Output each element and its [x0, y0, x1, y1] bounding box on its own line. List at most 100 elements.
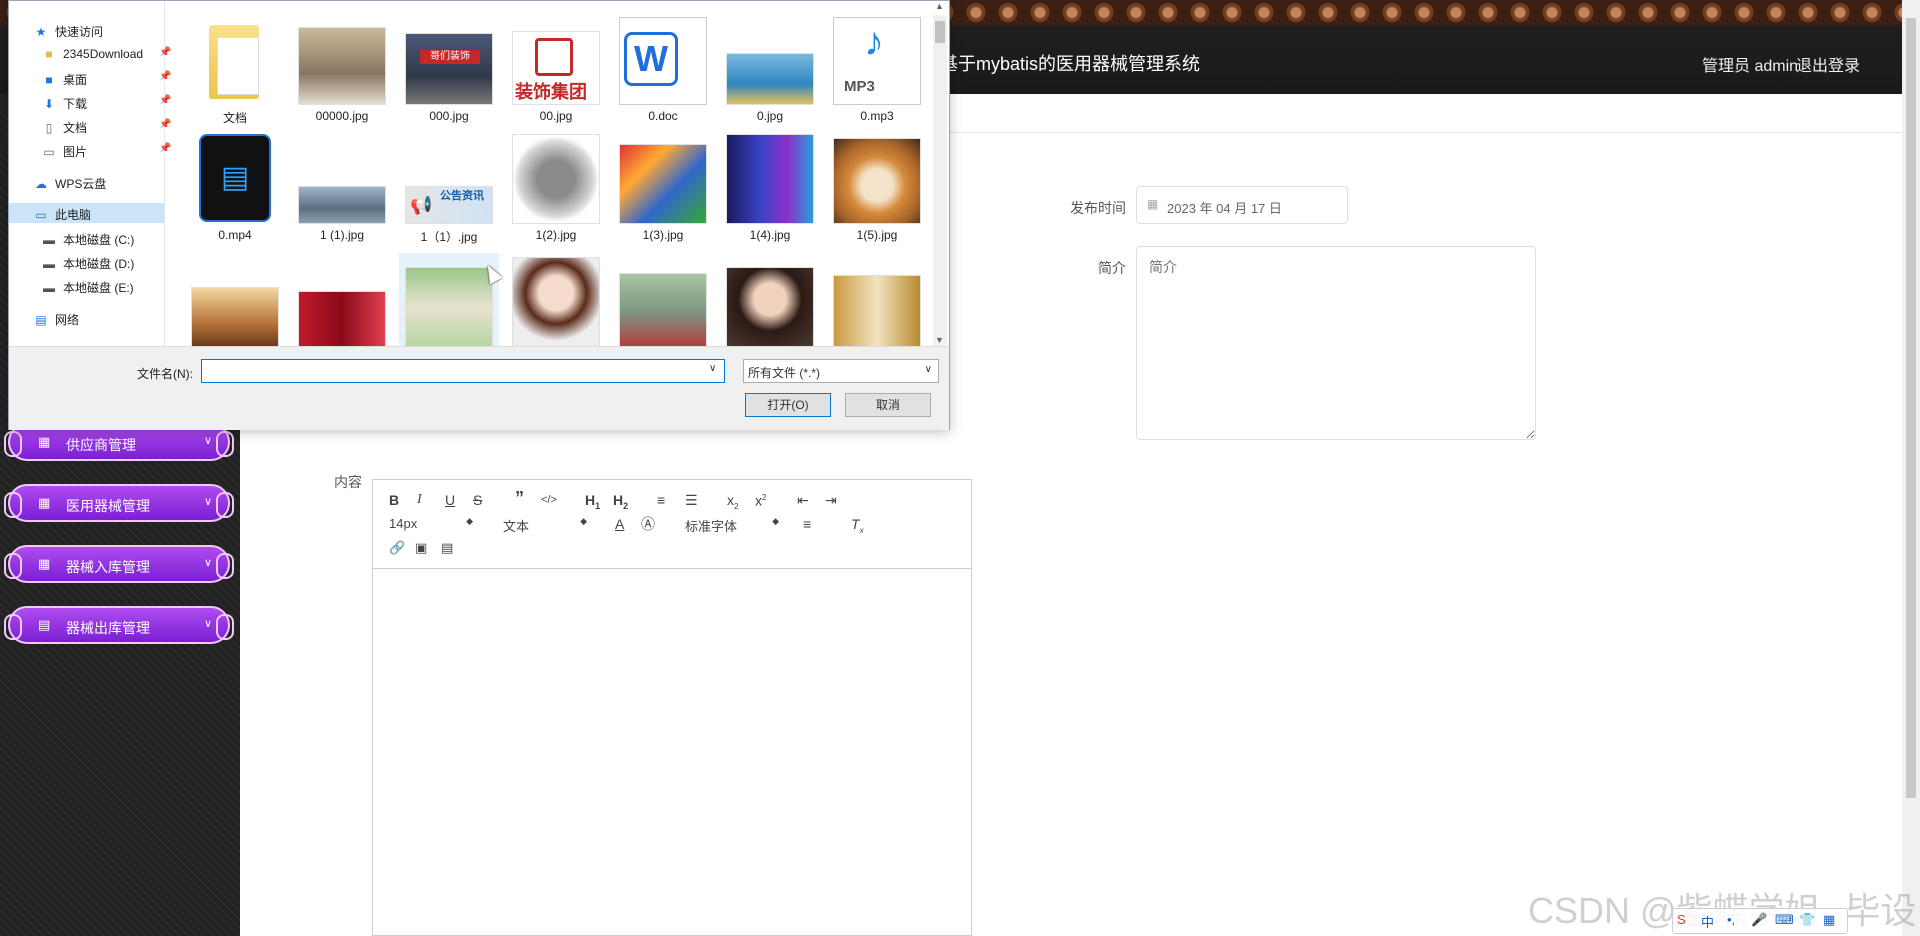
indent-icon[interactable]: ⇥: [825, 492, 837, 508]
punct-icon[interactable]: •,: [1727, 912, 1735, 927]
cancel-button[interactable]: 取消: [845, 393, 931, 417]
open-button[interactable]: 打开(O): [745, 393, 831, 417]
nav-label: 图片: [63, 145, 88, 159]
background-color-icon[interactable]: Ⓐ: [641, 516, 655, 532]
file-item[interactable]: [506, 253, 606, 347]
h1-icon[interactable]: H1: [585, 492, 600, 514]
file-item[interactable]: 哥们装饰 000.jpg: [399, 15, 499, 129]
quote-icon[interactable]: ”: [515, 489, 524, 507]
chevron-down-icon[interactable]: ∨: [709, 363, 716, 374]
intro-textarea[interactable]: [1136, 246, 1536, 440]
grid-icon[interactable]: ▦: [1823, 912, 1835, 928]
subscript-icon[interactable]: x2: [727, 492, 738, 515]
content-label: 内容: [334, 474, 362, 490]
folder-icon: ■: [45, 47, 53, 61]
file-open-dialog: ★ 快速访问 ■ 2345Download 📌 ■ 桌面 📌 ⬇ 下载 📌 ▯ 文档 📌 ▭ 图片 📌…: [8, 0, 950, 430]
mic-icon[interactable]: 🎤: [1751, 912, 1767, 928]
file-item[interactable]: [292, 253, 392, 347]
outdent-icon[interactable]: ⇤: [797, 492, 809, 508]
nav-wps-cloud[interactable]: ☁ WPS云盘: [33, 175, 106, 192]
nav-drive-c[interactable]: ▬ 本地磁盘 (C:): [41, 231, 134, 248]
italic-icon[interactable]: I: [417, 492, 422, 508]
ime-toolbar[interactable]: S 中 •, 🎤 ⌨ 👕 ▦: [1672, 908, 1848, 934]
video-icon[interactable]: ▤: [441, 540, 453, 556]
file-item[interactable]: 00000.jpg: [292, 15, 392, 129]
sidebar-item-device[interactable]: ▦ 医用器械管理 ∨: [4, 484, 234, 522]
scrollbar-thumb[interactable]: [1906, 18, 1916, 798]
filetype-select[interactable]: 所有文件 (*.*) ∨: [743, 359, 939, 383]
file-item[interactable]: 1 (1).jpg: [292, 134, 392, 248]
file-item-folder[interactable]: 文档: [185, 15, 285, 129]
keyboard-icon[interactable]: ⌨: [1775, 912, 1794, 928]
scroll-down-icon[interactable]: ▼: [935, 335, 944, 345]
nav-item-downloads[interactable]: ⬇ 下载 📌: [41, 95, 171, 112]
nav-item-documents[interactable]: ▯ 文档 📌: [41, 119, 172, 136]
file-grid-scrollbar[interactable]: ▲ ▼: [933, 1, 947, 347]
editor-body[interactable]: [373, 569, 971, 935]
scroll-up-icon[interactable]: ▲: [935, 1, 944, 11]
file-item[interactable]: W 0.doc: [613, 15, 713, 129]
grid-icon: ▦: [38, 434, 51, 449]
nav-label: 本地磁盘 (D:): [63, 257, 135, 271]
h2-icon[interactable]: H2: [613, 492, 628, 514]
align-icon[interactable]: ≡: [803, 516, 811, 532]
image-icon[interactable]: ▣: [415, 540, 427, 556]
file-name: 文档: [222, 111, 247, 125]
filename-input[interactable]: [201, 359, 725, 383]
file-item[interactable]: 1(3).jpg: [613, 134, 713, 248]
code-icon[interactable]: </>: [541, 492, 557, 508]
cloud-icon: ☁: [35, 177, 47, 191]
font-size-select[interactable]: 14px ◆: [389, 516, 473, 532]
sidebar-item-stock-in[interactable]: ▦ 器械入库管理 ∨: [4, 545, 234, 583]
chevron-down-icon: ∨: [203, 435, 212, 447]
video-icon: ▤: [191, 134, 279, 224]
file-item[interactable]: [827, 253, 927, 347]
nav-quick-access[interactable]: ★ 快速访问: [33, 23, 103, 40]
bold-icon[interactable]: B: [389, 492, 399, 508]
scrollbar-thumb[interactable]: [935, 21, 945, 43]
nav-item-pictures[interactable]: ▭ 图片 📌: [41, 143, 171, 160]
sidebar-item-label: 器械出库管理: [66, 620, 150, 636]
music-icon: ♪ MP3: [833, 17, 921, 105]
file-item[interactable]: 0.jpg: [720, 15, 820, 129]
date-picker[interactable]: ▦ 2023 年 04 月 17 日: [1136, 186, 1348, 224]
font-family-select[interactable]: 标准字体 ◆: [685, 516, 779, 534]
file-item[interactable]: ♪ MP3 0.mp3: [827, 15, 927, 129]
file-item[interactable]: ▤ 0.mp4: [185, 134, 285, 248]
clear-format-icon[interactable]: Tx: [851, 516, 864, 539]
file-item[interactable]: [720, 253, 820, 347]
nav-item-download-folder[interactable]: ■ 2345Download 📌: [41, 47, 171, 61]
sidebar-item-label: 供应商管理: [66, 437, 136, 453]
file-item[interactable]: 1(5).jpg: [827, 134, 927, 248]
computer-icon: ▭: [35, 208, 47, 222]
image-thumbnail: [405, 267, 493, 347]
format-select[interactable]: 文本 ◆: [503, 516, 587, 534]
lang-icon[interactable]: 中: [1701, 912, 1714, 931]
file-item[interactable]: 1(4).jpg: [720, 134, 820, 248]
file-item[interactable]: 装饰集团 00.jpg: [506, 15, 606, 129]
logout-link[interactable]: 退出登录: [1796, 52, 1860, 76]
superscript-icon[interactable]: x2: [755, 490, 766, 509]
file-grid: 文档 00000.jpg 哥们装饰 000.jpg 装饰集团 00.jpg W …: [185, 15, 933, 347]
file-item[interactable]: [613, 253, 713, 347]
file-item[interactable]: [185, 253, 285, 347]
skin-icon[interactable]: 👕: [1799, 912, 1815, 928]
nav-drive-d[interactable]: ▬ 本地磁盘 (D:): [41, 255, 134, 272]
bullet-list-icon[interactable]: ☰: [685, 492, 698, 508]
underline-icon[interactable]: U: [445, 492, 455, 508]
ordered-list-icon[interactable]: ≡: [657, 492, 665, 508]
page-scrollbar[interactable]: [1902, 0, 1920, 936]
nav-network[interactable]: ▤ 网络: [33, 311, 79, 328]
file-item[interactable]: 📢 公告资讯 1（1）.jpg: [399, 134, 499, 248]
chevron-down-icon: ∨: [203, 496, 212, 508]
nav-item-desktop[interactable]: ■ 桌面 📌: [41, 71, 171, 88]
network-icon: ▤: [35, 313, 47, 327]
sidebar-item-stock-out[interactable]: ▤ 器械出库管理 ∨: [4, 606, 234, 644]
nav-drive-e[interactable]: ▬ 本地磁盘 (E:): [41, 279, 134, 296]
nav-this-pc[interactable]: ▭ 此电脑: [33, 206, 91, 223]
link-icon[interactable]: 🔗: [389, 540, 405, 556]
thumb-text: 公告资讯: [440, 190, 484, 202]
strike-icon[interactable]: S: [473, 492, 482, 508]
file-item[interactable]: 1(2).jpg: [506, 134, 606, 248]
font-color-icon[interactable]: A: [615, 516, 624, 532]
